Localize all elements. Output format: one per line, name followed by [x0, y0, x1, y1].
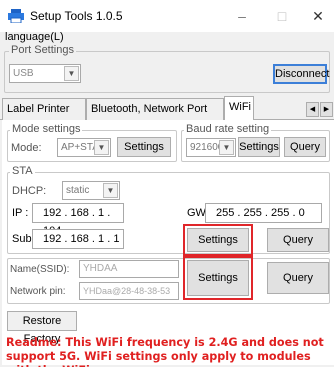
close-button[interactable]: ✕: [306, 4, 330, 28]
window-title: Setup Tools 1.0.5: [30, 9, 123, 23]
port-select-value: USB: [13, 68, 34, 79]
chevron-down-icon[interactable]: ▼: [103, 183, 118, 198]
baud-settings-button[interactable]: Settings: [238, 137, 280, 157]
chevron-down-icon[interactable]: ▼: [219, 140, 234, 155]
tab-bluetooth-network[interactable]: Bluetooth, Network Port Set: [86, 98, 224, 135]
baud-query-button[interactable]: Query: [284, 137, 326, 157]
chevron-down-icon[interactable]: ▼: [94, 140, 109, 155]
ap-query-button[interactable]: Query: [267, 262, 329, 294]
disconnect-button[interactable]: Disconnect: [273, 64, 329, 84]
maximize-button[interactable]: □: [270, 4, 294, 28]
tab-label-printer-set[interactable]: Label Printer Set: [2, 98, 86, 135]
chevron-down-icon[interactable]: ▼: [64, 66, 79, 81]
ap-settings-button[interactable]: Settings: [187, 260, 249, 296]
mode-settings-label: Mode settings: [10, 123, 83, 135]
port-settings-label: Port Settings: [9, 44, 76, 56]
sub-field[interactable]: 192 . 168 . 1 . 1: [32, 229, 124, 249]
baud-rate-label: Baud rate setting: [184, 123, 272, 135]
mode-label: Mode:: [11, 142, 42, 154]
dhcp-select[interactable]: static ▼: [62, 181, 120, 200]
mode-select[interactable]: AP+STA ▼: [57, 138, 111, 157]
port-select[interactable]: USB ▼: [9, 64, 81, 83]
readme-text: Readme: This WiFi frequency is 2.4G and …: [6, 336, 324, 367]
network-pin-label: Network pin:: [10, 286, 66, 297]
tab-scroll-left-button[interactable]: ◀: [306, 102, 319, 117]
minimize-button[interactable]: –: [230, 4, 254, 28]
ssid-label: Name(SSID):: [10, 264, 70, 275]
ip-field[interactable]: 192 . 168 . 1 . 104: [32, 203, 124, 237]
ssid-field[interactable]: YHDAA: [79, 260, 179, 278]
dhcp-label: DHCP:: [12, 185, 47, 197]
ip-label: IP :: [12, 207, 29, 219]
menu-language[interactable]: language(L): [5, 31, 64, 43]
sta-label: STA: [10, 165, 35, 177]
mode-settings-button[interactable]: Settings: [117, 137, 171, 157]
tab-wifi[interactable]: WiFi: [224, 96, 254, 121]
dhcp-value: static: [66, 185, 90, 196]
sta-settings-button[interactable]: Settings: [187, 228, 249, 252]
network-pin-field[interactable]: YHDaa@28-48-38-53: [79, 282, 179, 300]
tab-scroll-right-button[interactable]: ▶: [320, 102, 333, 117]
restore-factory-button[interactable]: Restore Factory: [7, 311, 77, 345]
printer-icon: [8, 9, 24, 23]
sta-query-button[interactable]: Query: [267, 228, 329, 252]
baud-rate-select[interactable]: 921600 ▼: [186, 138, 236, 157]
gw-field[interactable]: 255 . 255 . 255 . 0: [205, 203, 322, 223]
